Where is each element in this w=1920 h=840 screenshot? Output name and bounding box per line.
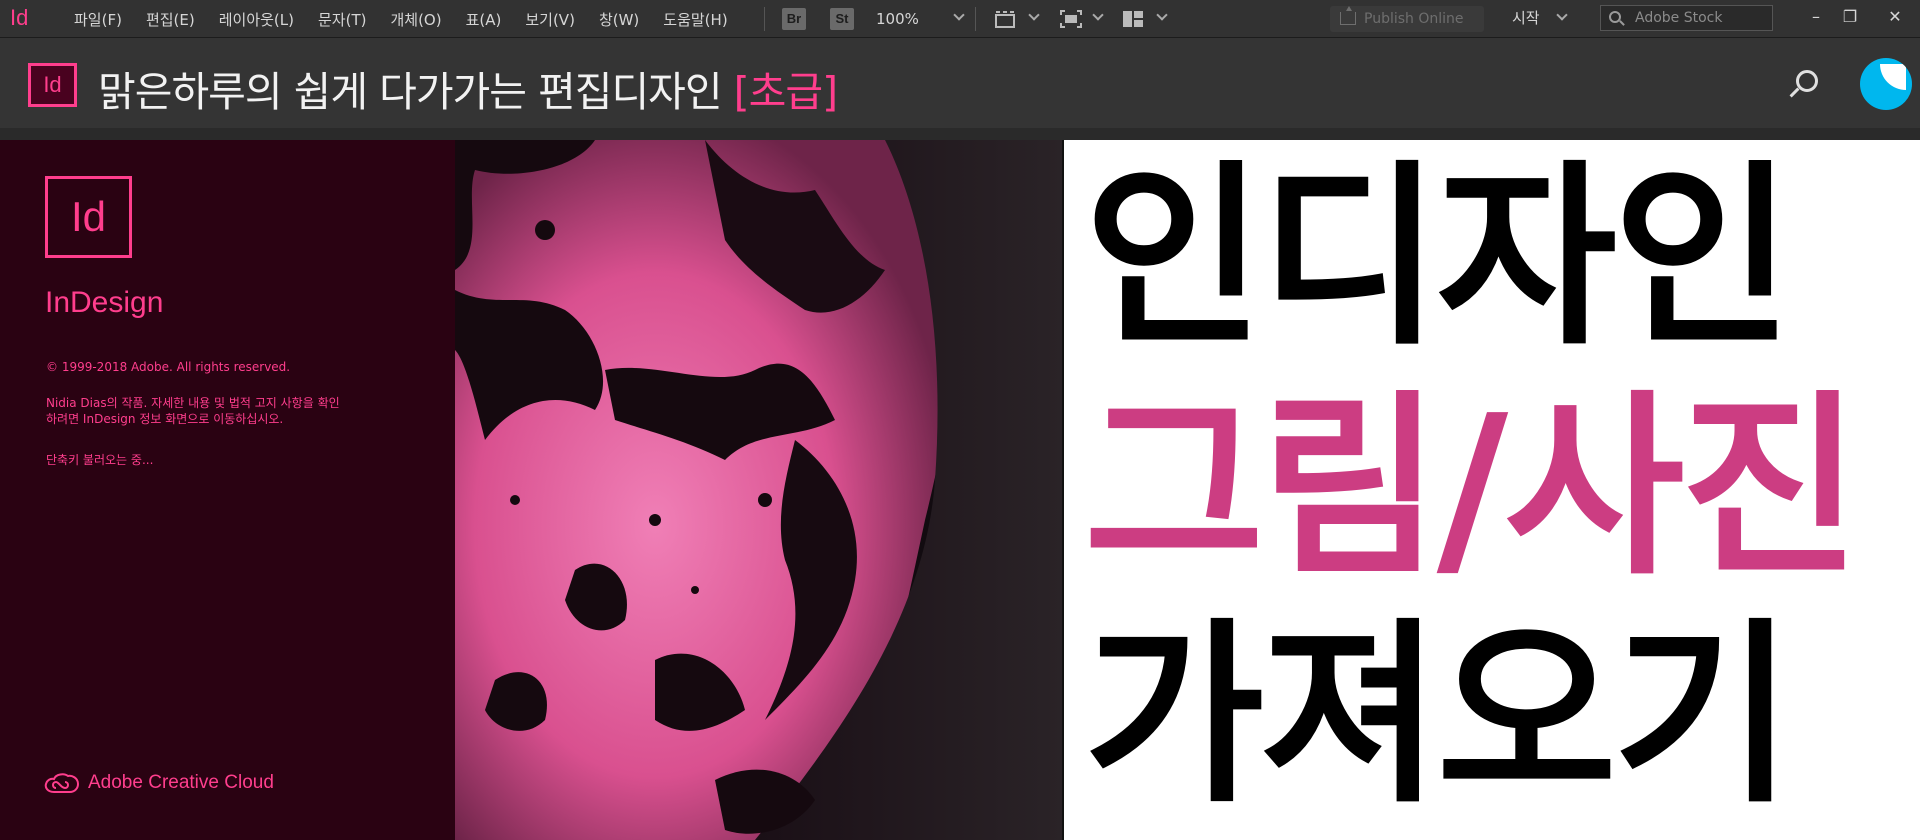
splash-screen: Id InDesign © 1999-2018 Adobe. All right…: [0, 140, 1062, 840]
search-icon: [1609, 11, 1621, 23]
credit-text-line1: Nidia Dias의 작품. 자세한 내용 및 법적 고지 사항을 확인: [46, 396, 340, 410]
menu-type[interactable]: 문자(T): [306, 9, 378, 30]
banner-title-level: [초급]: [733, 68, 838, 116]
loading-status: 단축키 불러오는 중...: [46, 453, 154, 467]
view-options-chevron-down-icon[interactable]: [1028, 9, 1040, 21]
zoom-chevron-down-icon[interactable]: [953, 9, 965, 21]
arrange-documents-icon[interactable]: [1122, 10, 1144, 28]
screen-mode-icon[interactable]: [1060, 10, 1082, 28]
credit-text-line2: 하려면 InDesign 정보 화면으로 이동하십시오.: [46, 412, 284, 426]
menu-divider: [764, 7, 765, 31]
product-name: InDesign: [45, 286, 164, 319]
view-options-icon[interactable]: [994, 10, 1016, 28]
workspace-switcher[interactable]: 시작: [1512, 7, 1540, 28]
menu-table[interactable]: 표(A): [454, 9, 514, 30]
splash-artwork: [455, 140, 1062, 840]
menu-window[interactable]: 창(W): [587, 9, 651, 30]
close-button[interactable]: ✕: [1880, 4, 1910, 30]
minimize-button[interactable]: –: [1801, 4, 1831, 30]
screen-mode-chevron-down-icon[interactable]: [1092, 9, 1104, 21]
upload-icon: [1340, 6, 1356, 25]
menu-divider: [975, 7, 976, 31]
menu-bar: Id 파일(F) 편집(E) 레이아웃(L) 문자(T) 개체(O) 표(A) …: [0, 0, 1920, 38]
menu-view[interactable]: 보기(V): [513, 9, 587, 30]
title-banner: Id 맑은하루의 쉽게 다가가는 편집디자인 [초급]: [0, 38, 1920, 128]
headline-line3: 가져오기: [1084, 602, 1793, 830]
publish-online-label: Publish Online: [1364, 11, 1464, 27]
zoom-level[interactable]: 100%: [876, 10, 919, 28]
bridge-button[interactable]: Br: [782, 8, 806, 30]
headline-panel: 인디자인 그림/사진 가져오기: [1062, 140, 1920, 840]
headline-line2: 그림/사진: [1084, 374, 1861, 602]
arrange-chevron-down-icon[interactable]: [1156, 9, 1168, 21]
banner-title: 맑은하루의 쉽게 다가가는 편집디자인 [초급]: [98, 58, 838, 118]
workspace-chevron-down-icon[interactable]: [1556, 9, 1568, 21]
stock-search-placeholder: Adobe Stock: [1635, 10, 1723, 26]
menu-edit[interactable]: 편집(E): [134, 9, 207, 30]
search-icon[interactable]: [1796, 70, 1818, 92]
menu-layout[interactable]: 레이아웃(L): [207, 9, 306, 30]
banner-title-text: 맑은하루의 쉽게 다가가는 편집디자인: [98, 68, 734, 116]
splash-artwork-image: [455, 140, 1062, 840]
creative-cloud-icon: [44, 773, 80, 793]
banner-divider: [0, 128, 1920, 140]
copyright-text: © 1999-2018 Adobe. All rights reserved.: [46, 360, 291, 374]
menu-help[interactable]: 도움말(H): [651, 9, 739, 30]
menu-items: 파일(F) 편집(E) 레이아웃(L) 문자(T) 개체(O) 표(A) 보기(…: [62, 9, 740, 30]
creative-cloud-brand: Adobe Creative Cloud: [44, 772, 274, 794]
stock-search-input[interactable]: Adobe Stock: [1600, 5, 1773, 31]
restore-button[interactable]: ❐: [1835, 4, 1865, 30]
avatar[interactable]: [1860, 58, 1912, 110]
stock-button[interactable]: St: [830, 8, 854, 30]
publish-online-button[interactable]: Publish Online: [1330, 6, 1484, 32]
app-logo[interactable]: Id: [10, 5, 28, 31]
creative-cloud-label: Adobe Creative Cloud: [88, 772, 274, 793]
indesign-splash-logo: Id: [45, 176, 132, 258]
menu-file[interactable]: 파일(F): [62, 9, 134, 30]
headline-line1: 인디자인: [1084, 144, 1793, 372]
menu-object[interactable]: 개체(O): [378, 9, 453, 30]
splash-info-panel: Id InDesign © 1999-2018 Adobe. All right…: [0, 140, 455, 840]
indesign-logo: Id: [28, 63, 77, 107]
